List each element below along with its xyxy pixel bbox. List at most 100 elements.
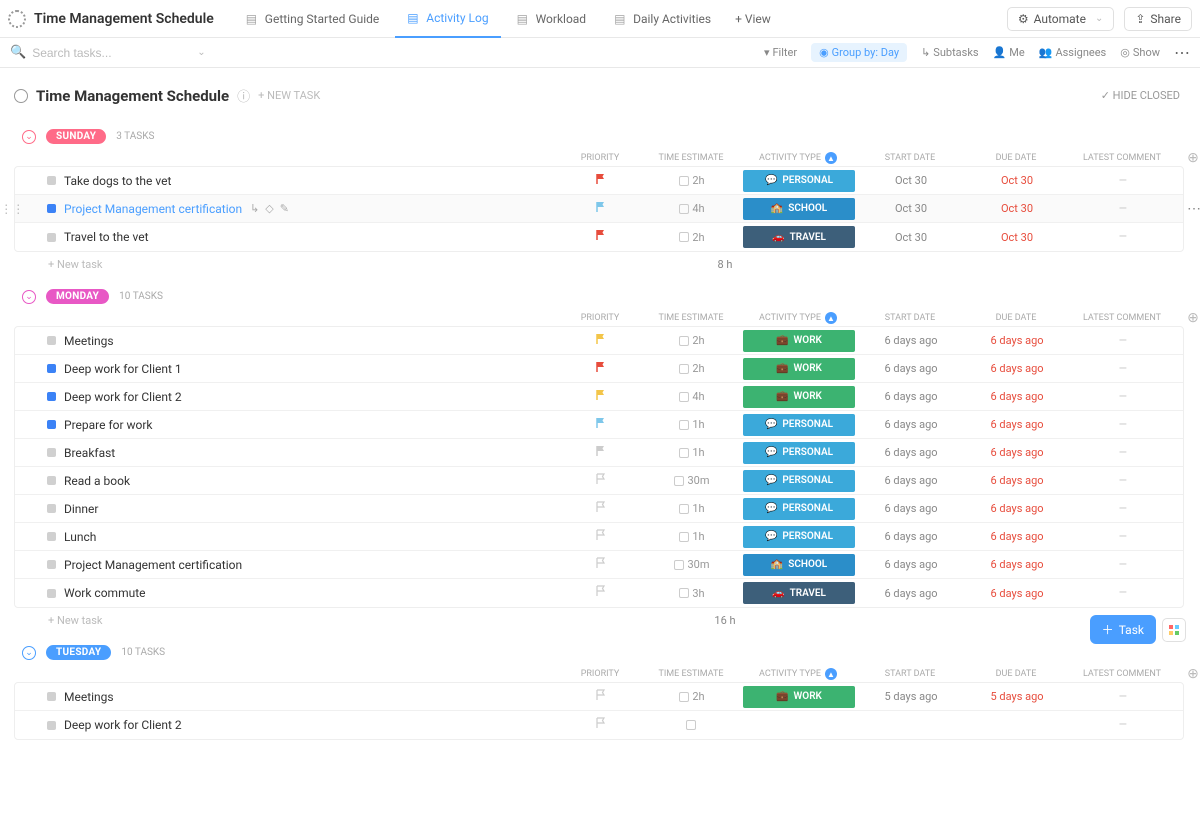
priority-cell[interactable] — [561, 585, 641, 601]
me-button[interactable]: 👤Me — [993, 46, 1025, 59]
start-date-cell[interactable]: Oct 30 — [861, 174, 961, 187]
estimate-cell[interactable]: 1h — [647, 418, 737, 431]
estimate-cell[interactable] — [647, 720, 737, 730]
view-tab[interactable]: ▤Workload — [505, 0, 599, 38]
task-row[interactable]: Prepare for work1h💬PERSONAL6 days ago6 d… — [15, 411, 1183, 439]
start-date-cell[interactable]: 6 days ago — [861, 502, 961, 515]
priority-cell[interactable] — [561, 689, 641, 705]
start-date-cell[interactable]: 6 days ago — [861, 446, 961, 459]
col-due-date[interactable]: DUE DATE — [966, 669, 1066, 679]
estimate-cell[interactable]: 2h — [647, 174, 737, 187]
add-column-button[interactable]: ⊕ — [1178, 310, 1200, 326]
col-priority[interactable]: PRIORITY — [560, 669, 640, 679]
activity-pill[interactable]: 🏫SCHOOL — [743, 554, 855, 576]
due-date-cell[interactable]: 6 days ago — [967, 390, 1067, 403]
priority-cell[interactable] — [561, 417, 641, 433]
task-name[interactable]: Deep work for Client 1 — [64, 362, 182, 376]
start-date-cell[interactable]: Oct 30 — [861, 202, 961, 215]
task-row[interactable]: Deep work for Client 2– — [15, 711, 1183, 739]
task-name[interactable]: Project Management certification — [64, 202, 242, 216]
estimate-cell[interactable]: 2h — [647, 231, 737, 244]
status-square[interactable] — [47, 448, 56, 457]
priority-cell[interactable] — [561, 473, 641, 489]
task-name[interactable]: Dinner — [64, 502, 98, 516]
status-square[interactable] — [47, 392, 56, 401]
new-task-button[interactable]: + NEW TASK — [258, 89, 320, 102]
task-name[interactable]: Work commute — [64, 586, 146, 600]
activity-pill[interactable]: 💼WORK — [743, 330, 855, 352]
due-date-cell[interactable]: 6 days ago — [967, 446, 1067, 459]
estimate-cell[interactable]: 2h — [647, 334, 737, 347]
tag-icon[interactable]: ◇ — [265, 202, 273, 215]
activity-pill[interactable]: 💬PERSONAL — [743, 170, 855, 192]
comment-cell[interactable]: – — [1073, 445, 1173, 461]
new-task-below-button[interactable]: + New task — [48, 258, 588, 271]
activity-pill[interactable]: 💬PERSONAL — [743, 470, 855, 492]
priority-cell[interactable] — [561, 173, 641, 189]
estimate-cell[interactable]: 30m — [647, 558, 737, 571]
status-square[interactable] — [47, 176, 56, 185]
estimate-cell[interactable]: 2h — [647, 362, 737, 375]
activity-pill[interactable]: 💬PERSONAL — [743, 498, 855, 520]
due-date-cell[interactable]: 6 days ago — [967, 587, 1067, 600]
estimate-cell[interactable]: 2h — [647, 690, 737, 703]
due-date-cell[interactable]: 6 days ago — [967, 474, 1067, 487]
activity-pill[interactable]: 🚗TRAVEL — [743, 226, 855, 248]
task-name[interactable]: Meetings — [64, 334, 114, 348]
status-square[interactable] — [47, 364, 56, 373]
subtasks-button[interactable]: ↳Subtasks — [921, 46, 979, 59]
due-date-cell[interactable]: 6 days ago — [967, 334, 1067, 347]
start-date-cell[interactable]: 6 days ago — [861, 418, 961, 431]
add-column-button[interactable]: ⊕ — [1178, 150, 1200, 166]
comment-cell[interactable]: – — [1073, 529, 1173, 545]
due-date-cell[interactable]: 5 days ago — [967, 690, 1067, 703]
day-pill[interactable]: SUNDAY — [46, 129, 106, 144]
task-row[interactable]: Work commute3h🚗TRAVEL6 days ago6 days ag… — [15, 579, 1183, 607]
activity-pill[interactable]: 💼WORK — [743, 686, 855, 708]
due-date-cell[interactable]: Oct 30 — [967, 174, 1067, 187]
activity-pill[interactable]: 🚗TRAVEL — [743, 582, 855, 604]
comment-cell[interactable]: – — [1073, 501, 1173, 517]
col-activity-type[interactable]: ACTIVITY TYPE▲ — [742, 312, 854, 324]
col-due-date[interactable]: DUE DATE — [966, 313, 1066, 323]
activity-pill[interactable]: 💼WORK — [743, 386, 855, 408]
start-date-cell[interactable]: 6 days ago — [861, 558, 961, 571]
estimate-cell[interactable]: 4h — [647, 202, 737, 215]
view-tab[interactable]: ▤Getting Started Guide — [234, 0, 391, 38]
filter-button[interactable]: ▾Filter — [764, 46, 797, 59]
task-name[interactable]: Breakfast — [64, 446, 115, 460]
task-row[interactable]: Deep work for Client 24h💼WORK6 days ago6… — [15, 383, 1183, 411]
estimate-cell[interactable]: 4h — [647, 390, 737, 403]
search-input[interactable] — [32, 46, 187, 60]
comment-cell[interactable]: – — [1073, 557, 1173, 573]
status-square[interactable] — [47, 233, 56, 242]
due-date-cell[interactable]: 6 days ago — [967, 558, 1067, 571]
priority-cell[interactable] — [561, 201, 641, 217]
comment-cell[interactable]: – — [1073, 389, 1173, 405]
activity-pill[interactable]: 💼WORK — [743, 358, 855, 380]
task-row[interactable]: Lunch1h💬PERSONAL6 days ago6 days ago– — [15, 523, 1183, 551]
info-icon[interactable]: ⓘ — [237, 86, 250, 105]
status-square[interactable] — [47, 476, 56, 485]
comment-cell[interactable]: – — [1073, 201, 1173, 217]
task-row[interactable]: Breakfast1h💬PERSONAL6 days ago6 days ago… — [15, 439, 1183, 467]
task-name[interactable]: Take dogs to the vet — [64, 174, 171, 188]
col-start-date[interactable]: START DATE — [860, 153, 960, 163]
add-column-button[interactable]: ⊕ — [1178, 666, 1200, 682]
day-pill[interactable]: MONDAY — [46, 289, 109, 304]
col-time-estimate[interactable]: TIME ESTIMATE — [646, 669, 736, 679]
task-row[interactable]: Meetings2h💼WORK5 days ago5 days ago– — [15, 683, 1183, 711]
activity-pill[interactable]: 🏫SCHOOL — [743, 198, 855, 220]
edit-icon[interactable]: ✎ — [280, 202, 289, 215]
task-name[interactable]: Travel to the vet — [64, 230, 149, 244]
status-square[interactable] — [47, 336, 56, 345]
task-name[interactable]: Deep work for Client 2 — [64, 390, 182, 404]
estimate-cell[interactable]: 3h — [647, 587, 737, 600]
row-more-button[interactable]: ⋯ — [1179, 201, 1200, 217]
activity-pill[interactable]: 💬PERSONAL — [743, 414, 855, 436]
task-name[interactable]: Read a book — [64, 474, 130, 488]
status-square[interactable] — [47, 504, 56, 513]
comment-cell[interactable]: – — [1073, 585, 1173, 601]
status-square[interactable] — [47, 721, 56, 730]
collapse-button[interactable]: ⌄ — [22, 646, 36, 660]
